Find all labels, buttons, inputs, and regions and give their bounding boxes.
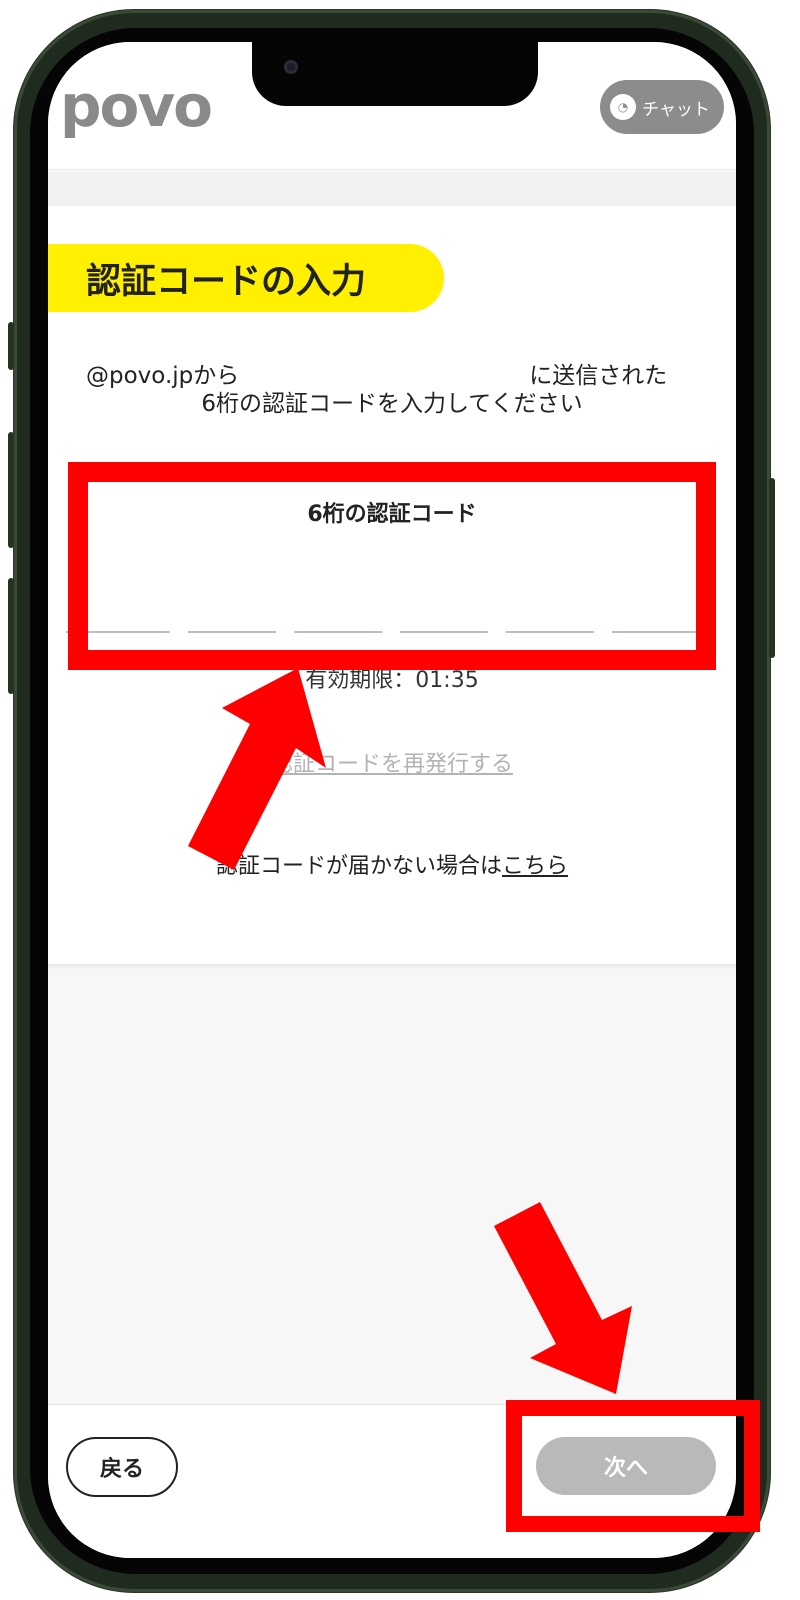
annotation-arrows [188,668,632,1394]
arrow-up-to-code-field [188,668,326,870]
arrow-down-to-next-button [494,1202,632,1394]
